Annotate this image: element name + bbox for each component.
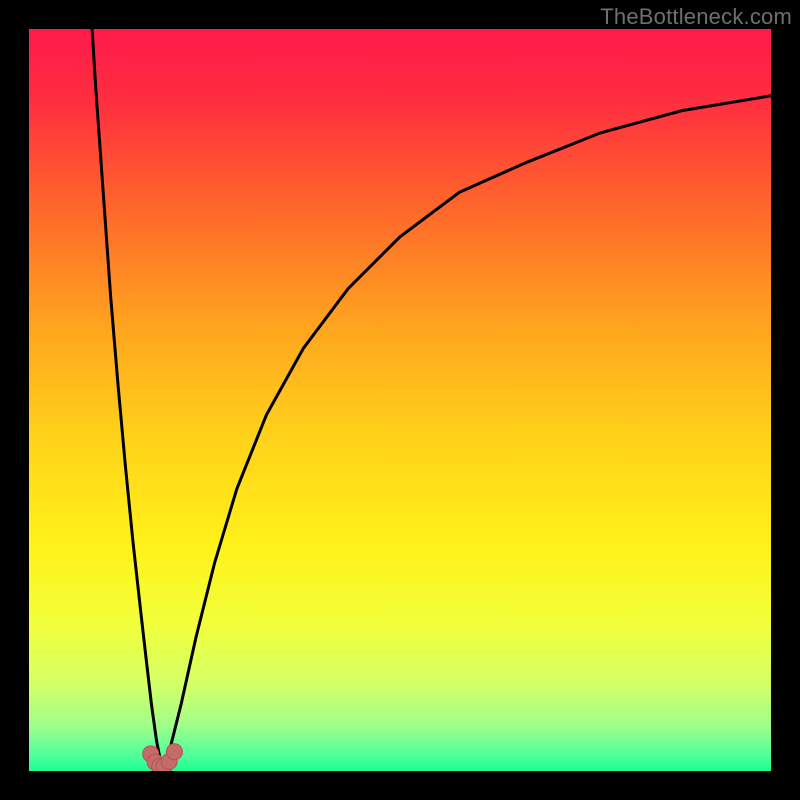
chart-frame <box>29 29 771 771</box>
gradient-background <box>29 29 771 771</box>
chart-svg <box>29 29 771 771</box>
watermark-text: TheBottleneck.com <box>600 4 792 30</box>
marker-dot <box>166 744 182 760</box>
